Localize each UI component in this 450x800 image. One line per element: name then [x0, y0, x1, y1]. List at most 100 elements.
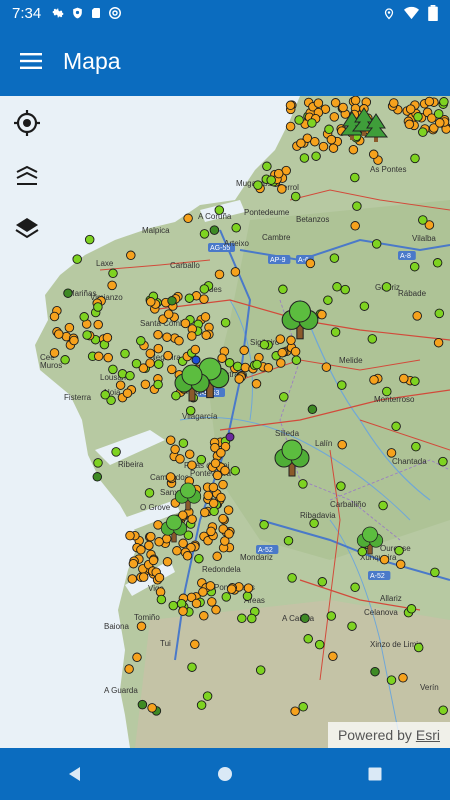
map-marker[interactable] — [332, 282, 342, 292]
map-marker[interactable] — [209, 506, 219, 517]
map-marker[interactable] — [404, 119, 415, 130]
map-marker[interactable] — [298, 702, 308, 712]
map-marker[interactable] — [337, 439, 347, 450]
map-marker[interactable] — [348, 144, 359, 155]
map-marker[interactable] — [146, 531, 156, 542]
map-marker[interactable] — [323, 295, 333, 305]
map-marker[interactable] — [294, 115, 304, 125]
map-marker[interactable] — [321, 362, 332, 372]
map-marker[interactable] — [153, 359, 164, 369]
map-marker[interactable] — [262, 161, 272, 172]
map-marker[interactable] — [311, 151, 321, 161]
map-marker[interactable] — [330, 98, 341, 108]
map-marker[interactable] — [378, 500, 388, 511]
map-marker[interactable] — [210, 458, 221, 469]
map-marker[interactable] — [224, 529, 234, 539]
map-marker[interactable] — [148, 555, 159, 566]
menu-button[interactable] — [3, 33, 59, 89]
map-marker[interactable] — [138, 572, 149, 582]
map-marker[interactable] — [278, 284, 288, 295]
map-marker[interactable] — [145, 348, 156, 359]
map-marker[interactable] — [350, 96, 361, 106]
map-marker[interactable] — [174, 336, 184, 346]
map-marker[interactable] — [350, 582, 360, 593]
map-marker[interactable] — [290, 706, 300, 716]
map-marker[interactable] — [386, 675, 397, 685]
map-marker[interactable] — [168, 600, 179, 611]
map-marker[interactable] — [217, 353, 227, 363]
map-marker[interactable] — [185, 405, 196, 416]
map-marker[interactable] — [137, 699, 148, 710]
esri-link[interactable]: Esri — [416, 727, 440, 743]
map-marker[interactable] — [69, 335, 79, 346]
map-marker[interactable] — [370, 666, 380, 677]
map-marker[interactable] — [196, 454, 207, 465]
map-marker[interactable] — [223, 505, 234, 515]
map-marker[interactable] — [418, 127, 428, 137]
map-marker[interactable] — [107, 280, 117, 291]
map-marker[interactable] — [369, 375, 379, 385]
map-marker[interactable] — [216, 448, 226, 458]
map-marker[interactable] — [64, 322, 75, 333]
map-marker[interactable] — [405, 104, 416, 114]
map-marker[interactable] — [211, 605, 221, 615]
map-marker[interactable] — [163, 350, 173, 361]
map-marker[interactable] — [410, 376, 420, 386]
home-button[interactable] — [195, 752, 255, 796]
map-marker[interactable] — [230, 465, 240, 476]
layers-stack-button[interactable] — [8, 157, 46, 195]
map-marker[interactable] — [187, 460, 197, 470]
map-marker[interactable] — [200, 312, 211, 322]
map-marker[interactable] — [243, 583, 254, 593]
map-marker[interactable] — [102, 332, 113, 343]
map-marker[interactable] — [239, 345, 249, 356]
map-marker[interactable] — [337, 380, 347, 390]
map-marker[interactable] — [136, 621, 147, 632]
map-marker[interactable] — [144, 488, 155, 498]
map-marker[interactable] — [154, 572, 165, 583]
map-marker[interactable] — [208, 482, 219, 493]
map-marker[interactable] — [103, 352, 113, 363]
map-marker[interactable] — [199, 611, 209, 621]
map-marker[interactable] — [357, 546, 368, 557]
map-marker[interactable] — [63, 288, 73, 298]
map-marker[interactable] — [371, 239, 382, 249]
map-marker[interactable] — [120, 348, 130, 359]
map-marker[interactable] — [433, 109, 444, 119]
map-marker[interactable] — [108, 364, 118, 375]
map-marker[interactable] — [214, 205, 225, 215]
map-marker[interactable] — [212, 551, 222, 562]
map-marker[interactable] — [391, 421, 401, 432]
map-marker[interactable] — [324, 124, 334, 135]
map-marker[interactable] — [291, 355, 302, 365]
map-marker[interactable] — [253, 180, 263, 190]
map-marker[interactable] — [326, 611, 337, 621]
map-marker[interactable] — [251, 379, 262, 389]
map-marker[interactable] — [326, 134, 337, 145]
map-marker[interactable] — [153, 379, 163, 390]
map-marker[interactable] — [296, 138, 306, 148]
map-marker[interactable] — [220, 465, 230, 476]
map-marker[interactable] — [225, 432, 235, 442]
map-marker[interactable] — [126, 250, 136, 261]
map-marker[interactable] — [247, 613, 257, 624]
map-marker[interactable] — [386, 448, 397, 458]
map-marker[interactable] — [108, 268, 118, 279]
map-marker[interactable] — [410, 153, 420, 164]
map-marker[interactable] — [182, 551, 193, 561]
map-marker[interactable] — [198, 587, 208, 597]
map-marker[interactable] — [147, 703, 157, 713]
map-marker[interactable] — [216, 492, 226, 503]
map-marker[interactable] — [154, 537, 164, 547]
map-marker[interactable] — [299, 153, 310, 163]
map-marker[interactable] — [435, 118, 445, 128]
map-marker[interactable] — [132, 652, 142, 663]
map-marker[interactable] — [191, 598, 202, 609]
map-marker[interactable] — [412, 311, 422, 321]
map-marker[interactable] — [336, 481, 346, 491]
map-marker[interactable] — [156, 594, 167, 605]
map-marker[interactable] — [220, 317, 231, 328]
map-marker[interactable] — [218, 479, 228, 490]
map-marker[interactable] — [234, 374, 244, 384]
map-marker[interactable] — [206, 526, 216, 537]
